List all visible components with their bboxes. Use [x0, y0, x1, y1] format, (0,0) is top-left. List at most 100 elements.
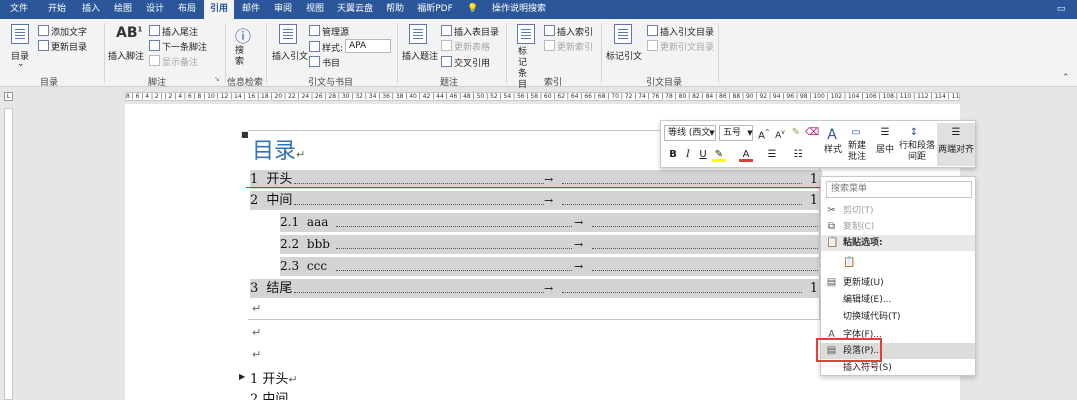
tab-draw[interactable]: 绘图	[108, 0, 138, 19]
mark-entry-button[interactable]: 标记条目	[518, 47, 534, 91]
comment-icon[interactable]: ▭	[1052, 0, 1070, 19]
line-spacing-icon: ↕	[909, 127, 919, 138]
toc-entry-text: 开头	[266, 172, 293, 187]
ribbon: 目录 ⌄ 添加文字 更新目录 目录 AB1 插入脚注 插入尾注 下一条脚注 显示…	[0, 19, 1077, 90]
insert-endnote-button[interactable]: 插入尾注	[162, 25, 198, 38]
tab-pdf[interactable]: 福昕PDF	[414, 0, 456, 19]
line-spacing-button[interactable]: 行和段落 间距	[897, 141, 937, 163]
tab-selector-icon[interactable]: L	[4, 92, 13, 101]
tab-references[interactable]: 引用	[204, 0, 234, 19]
tab-mailings[interactable]: 邮件	[236, 0, 266, 19]
lightbulb-icon: 💡	[467, 4, 479, 14]
heading-2[interactable]: 2 中间	[250, 388, 288, 400]
scissors-icon: ✂	[827, 205, 836, 216]
update-toc-button[interactable]: 更新目录	[51, 40, 87, 53]
numbering-icon[interactable]: ☷	[791, 148, 805, 162]
toc-icon	[11, 24, 29, 44]
menu-search-input[interactable]: 搜索菜单	[826, 181, 972, 198]
insert-tof-button[interactable]: 插入表目录	[454, 25, 499, 38]
style-label: 样式:	[322, 44, 344, 54]
update-toa-button[interactable]: 更新引文目录	[660, 40, 714, 53]
format-painter-icon[interactable]: ✎	[789, 126, 803, 140]
font-color-button[interactable]: A	[739, 148, 753, 162]
toc-entry-text: 中间	[266, 193, 293, 208]
next-footnote-button[interactable]: 下一条脚注	[162, 40, 207, 53]
insert-caption-button[interactable]: 插入题注	[402, 49, 438, 62]
new-comment-button[interactable]: 新建 批注	[845, 141, 869, 163]
tab-view[interactable]: 视图	[300, 0, 330, 19]
mini-toolbar: 等线 (西文 ▼ 五号 ▼ A^ Av ✎ ⌫ B I U ✎ A ☰ ☷ A …	[660, 120, 976, 168]
cross-ref-button[interactable]: 交叉引用	[454, 56, 490, 69]
insert-citation-button[interactable]: 插入引文	[272, 49, 308, 62]
insert-footnote-button[interactable]: 插入脚注	[108, 49, 144, 62]
collapse-ribbon-icon[interactable]: ⌃	[1062, 73, 1070, 83]
dot-leader	[294, 165, 544, 184]
menu-item-insert-symbol[interactable]: 插入符号(S)	[821, 360, 975, 376]
menu-item-update-field[interactable]: ▤ 更新域(U)	[821, 275, 975, 291]
dialog-launcher-icon[interactable]: ↘	[214, 75, 220, 83]
tab-arrow-icon: →	[544, 282, 554, 295]
show-notes-button[interactable]: 显示备注	[162, 55, 198, 68]
italic-button[interactable]: I	[681, 148, 695, 162]
tab-help[interactable]: 帮助	[380, 0, 410, 19]
chevron-down-icon: ▼	[709, 129, 715, 137]
bold-button[interactable]: B	[666, 148, 680, 162]
add-text-button[interactable]: 添加文字	[51, 25, 87, 38]
word-window: 文件 开始 插入 绘图 设计 布局 引用 邮件 审阅 视图 天翼云盘 帮助 福昕…	[0, 0, 1077, 400]
shrink-font-button[interactable]: Av	[773, 126, 787, 141]
tab-design[interactable]: 设计	[140, 0, 170, 19]
mark-citation-button[interactable]: 标记引文	[606, 49, 642, 62]
paste-keep-text[interactable]: 📋	[821, 253, 975, 273]
insert-tof-icon	[441, 25, 452, 36]
insert-index-button[interactable]: 插入索引	[557, 25, 593, 38]
toc-entry[interactable]: 3 结尾 → 1	[250, 279, 822, 298]
tell-me-search[interactable]: 操作说明搜索	[484, 0, 554, 19]
styles-button[interactable]: 样式	[821, 145, 845, 156]
clear-format-icon[interactable]: ⌫	[805, 126, 819, 140]
toc-entry-text: bbb	[306, 237, 330, 251]
ruler-scale: 8 | 6 | 4 | 2 | | 2 | 4 | 6 | 8 | 10 | 1…	[125, 92, 960, 101]
grow-font-button[interactable]: A^	[757, 126, 771, 141]
tab-home[interactable]: 开始	[40, 0, 74, 19]
collapse-triangle-icon[interactable]: ▶	[239, 372, 245, 381]
dot-leader	[562, 274, 802, 293]
tab-cloud[interactable]: 天翼云盘	[334, 0, 376, 19]
paragraph-mark: ↵	[252, 326, 262, 339]
paste-text-icon: 📋	[843, 257, 856, 268]
menu-item-toggle-codes[interactable]: 切换域代码(T)	[821, 309, 975, 325]
menu-item-copy[interactable]: ⧉ 复制(C)	[821, 219, 975, 235]
highlight-icon[interactable]: ✎	[712, 148, 726, 162]
bibliography-button[interactable]: 书目	[322, 56, 340, 69]
menu-item-edit-field[interactable]: 编辑域(E)...	[821, 292, 975, 308]
underline-button[interactable]: U	[696, 148, 710, 162]
dot-leader	[592, 252, 818, 271]
show-notes-icon	[149, 55, 160, 66]
tab-layout[interactable]: 布局	[172, 0, 202, 19]
footnote-icon: AB1	[116, 25, 143, 41]
search-button[interactable]: 搜索	[235, 46, 249, 68]
update-table-button[interactable]: 更新表格	[454, 40, 490, 53]
center-button[interactable]: 居中	[873, 145, 897, 156]
update-index-button[interactable]: 更新索引	[557, 40, 593, 53]
group-divider	[104, 23, 105, 83]
next-footnote-icon	[149, 40, 160, 51]
tab-file[interactable]: 文件	[4, 0, 34, 19]
paragraph-mark: ↵	[252, 302, 262, 315]
style-select[interactable]: APA	[345, 39, 391, 53]
heading-1[interactable]: 1 开头↵	[250, 368, 298, 387]
insert-toa-button[interactable]: 插入引文目录	[660, 25, 714, 38]
bullets-icon[interactable]: ☰	[765, 148, 779, 162]
group-footnotes-label: 脚注	[148, 78, 167, 88]
tab-insert[interactable]: 插入	[76, 0, 106, 19]
insert-citation-icon	[279, 24, 297, 44]
toc-title[interactable]: 目录↵	[252, 133, 305, 165]
highlight-box	[816, 338, 882, 362]
tab-review[interactable]: 审阅	[268, 0, 298, 19]
chevron-down-icon: ▼	[747, 129, 753, 137]
cross-ref-icon	[441, 56, 452, 67]
manage-sources-button[interactable]: 管理源	[322, 25, 349, 38]
menu-item-cut[interactable]: ✂ 剪切(T)	[821, 203, 975, 219]
mark-entry-icon	[517, 24, 535, 44]
justify-button[interactable]: 两端对齐	[937, 145, 975, 156]
group-divider	[506, 23, 507, 83]
